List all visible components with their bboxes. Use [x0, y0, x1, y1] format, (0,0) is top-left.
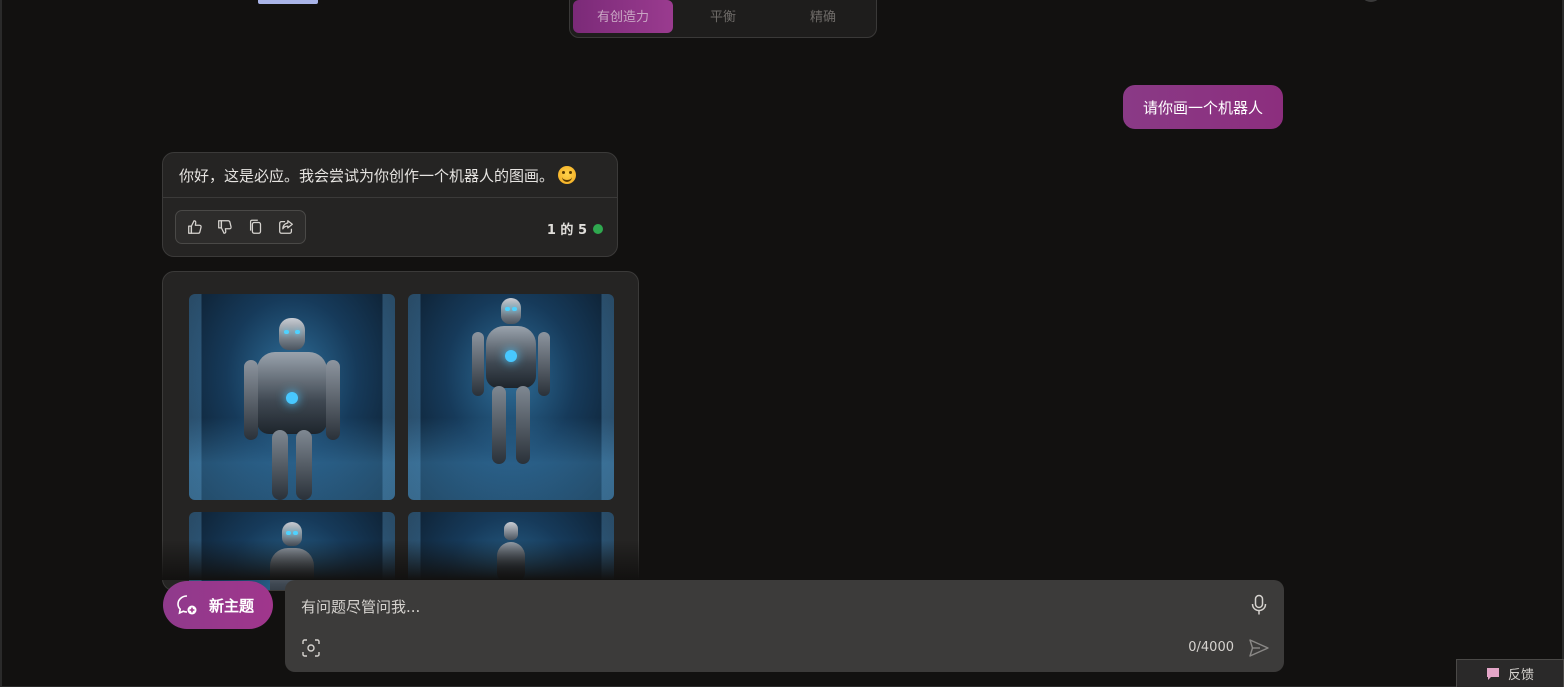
new-topic-label: 新主题 [209, 596, 255, 615]
like-icon [188, 220, 202, 234]
visual-search-icon[interactable] [301, 638, 321, 658]
feedback-button[interactable]: 反馈 [1456, 659, 1564, 687]
generated-image-2[interactable] [408, 294, 614, 500]
robot-leg [516, 386, 530, 464]
style-option-balanced[interactable]: 平衡 [673, 0, 773, 33]
copy-icon [249, 219, 261, 234]
feedback-icon [1486, 667, 1499, 680]
dislike-icon [218, 220, 233, 234]
robot-figure [232, 318, 352, 500]
robot-torso [257, 352, 327, 434]
robot-eye [286, 531, 291, 535]
like-button[interactable] [183, 215, 207, 239]
user-message-text: 请你画一个机器人 [1142, 98, 1263, 117]
new-chat-icon [177, 595, 197, 615]
chat-composer: 0/4000 [285, 580, 1284, 672]
bot-reply-card: 你好，这是必应。我会尝试为你创作一个机器人的图画。 1 的 5 [162, 152, 618, 257]
robot-leg [296, 430, 312, 500]
bot-reply-text-row: 你好，这是必应。我会尝试为你创作一个机器人的图画。 [179, 165, 577, 186]
new-topic-button[interactable]: 新主题 [163, 581, 273, 629]
style-option-precise[interactable]: 精确 [773, 0, 873, 33]
robot-head [279, 318, 305, 350]
style-option-creative[interactable]: 有创造力 [573, 0, 673, 33]
robot-arm [538, 332, 550, 396]
smiling-face-icon [558, 166, 577, 184]
divider [163, 197, 617, 198]
robot-eye [512, 307, 517, 311]
robot-eye [505, 307, 510, 311]
robot-arm [472, 332, 484, 396]
robot-eye [284, 330, 289, 334]
share-button[interactable] [274, 215, 298, 239]
feedback-label: 反馈 [1507, 668, 1534, 683]
robot-torso [486, 326, 536, 388]
bot-reply-text: 你好，这是必应。我会尝试为你创作一个机器人的图画。 [179, 167, 555, 185]
robot-leg [492, 386, 506, 464]
robot-leg [272, 430, 288, 500]
robot-figure [466, 298, 556, 468]
message-actions [175, 210, 306, 244]
status-dot [593, 223, 603, 234]
robot-eye [293, 531, 298, 535]
scroll-fade [162, 540, 639, 580]
generated-image-1[interactable] [189, 294, 395, 500]
response-counter: 1 的 5 [547, 219, 603, 238]
robot-head [504, 522, 518, 540]
robot-arm [326, 360, 340, 440]
conversation-style-selector: 有创造力 平衡 精确 [569, 0, 877, 38]
robot-arm [244, 360, 258, 440]
user-message-bubble: 请你画一个机器人 [1123, 85, 1283, 129]
robot-core [505, 350, 517, 362]
copy-button[interactable] [244, 215, 268, 239]
robot-core [286, 392, 298, 404]
active-tab-indicator [258, 0, 318, 4]
microphone-icon[interactable] [1250, 594, 1268, 616]
dislike-button[interactable] [213, 215, 237, 239]
share-icon [278, 220, 293, 234]
chat-input[interactable] [301, 596, 1201, 618]
robot-head [501, 298, 521, 324]
character-count: 0/4000 [1188, 640, 1234, 655]
send-icon[interactable] [1248, 638, 1270, 658]
response-counter-text: 1 的 5 [546, 223, 587, 238]
robot-eye [295, 330, 300, 334]
